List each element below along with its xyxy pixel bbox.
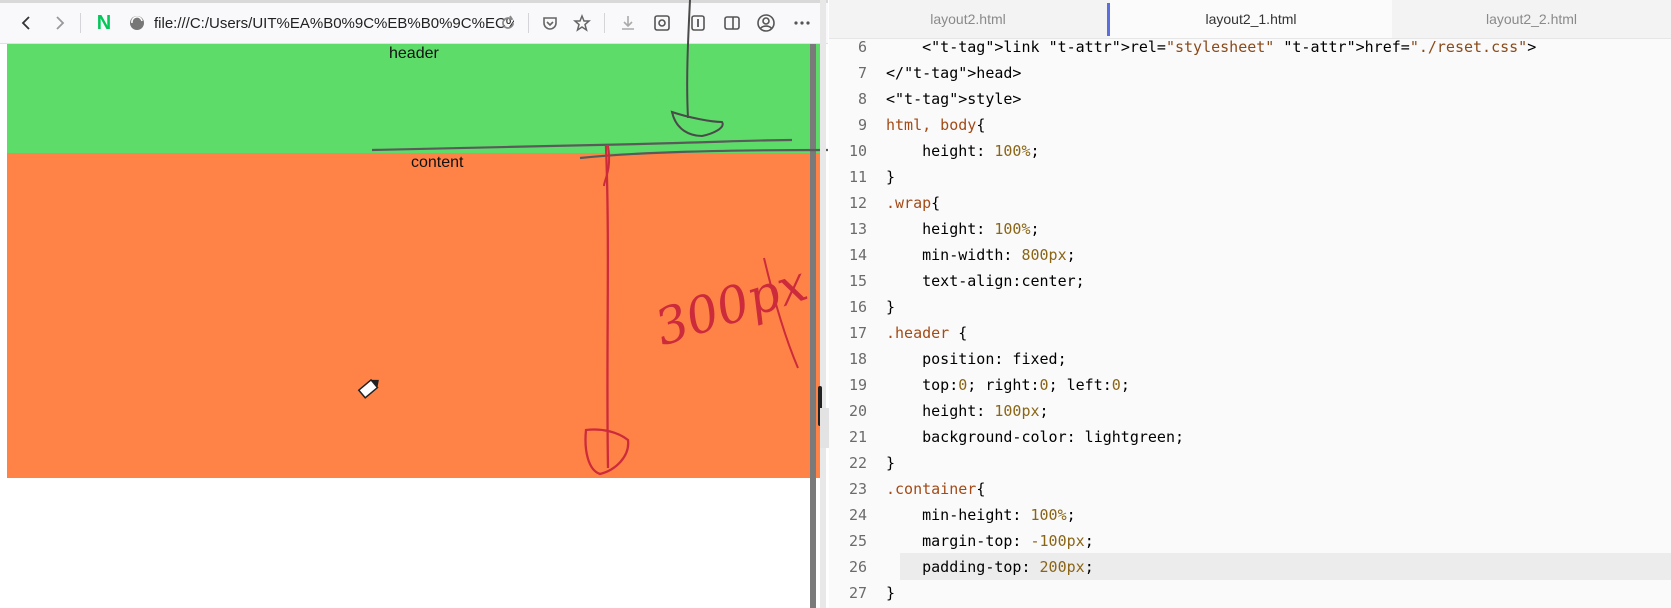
line-code[interactable]: height: 100%; — [886, 138, 1039, 164]
line-code[interactable]: padding-top: 200px; — [886, 554, 1094, 580]
browser-toolbar: N file:///C:/Users/UIT%EA%B0%9C%EB%B0%9C… — [0, 3, 828, 44]
line-number: 23 — [848, 480, 867, 498]
code-line[interactable]: 24 min-height: 100%; — [829, 502, 1671, 528]
tab-layout2-2[interactable]: layout2_2.html — [1392, 0, 1671, 38]
line-number: 14 — [848, 246, 867, 264]
line-code[interactable]: min-width: 800px; — [886, 242, 1076, 268]
screenshot-icon[interactable] — [646, 7, 678, 39]
content-label: content — [411, 154, 464, 171]
toolbar-divider — [528, 13, 529, 33]
line-number: 11 — [848, 168, 867, 186]
line-number: 21 — [848, 428, 867, 446]
line-code[interactable]: top:0; right:0; left:0; — [886, 372, 1130, 398]
url-bar[interactable]: file:///C:/Users/UIT%EA%B0%9C%EB%B0%9C%E… — [124, 7, 528, 39]
line-code[interactable]: } — [886, 580, 895, 606]
bookmark-star-icon[interactable] — [566, 7, 598, 39]
code-line[interactable]: 17 .header { — [829, 320, 1671, 346]
code-line[interactable]: 20 height: 100px; — [829, 398, 1671, 424]
account-icon[interactable] — [750, 7, 782, 39]
pocket-icon[interactable] — [534, 7, 566, 39]
split-divider[interactable] — [820, 0, 826, 608]
code-line[interactable]: 26 padding-top: 200px; — [829, 554, 1671, 580]
tab-layout2-1[interactable]: layout2_1.html — [1110, 0, 1392, 38]
line-code[interactable]: .header { — [886, 320, 967, 346]
line-number: 25 — [848, 532, 867, 550]
back-arrow-icon[interactable] — [10, 7, 42, 39]
line-code[interactable]: } — [886, 450, 895, 476]
page-header-block: header — [7, 44, 820, 153]
line-number: 16 — [848, 298, 867, 316]
line-code[interactable]: <"t-tag">style> — [886, 86, 1021, 112]
code-line[interactable]: 21 background-color: lightgreen; — [829, 424, 1671, 450]
line-number: 12 — [848, 194, 867, 212]
reload-icon[interactable] — [492, 7, 524, 39]
line-code[interactable]: } — [886, 294, 895, 320]
line-code[interactable]: height: 100%; — [886, 216, 1039, 242]
site-info-icon[interactable] — [128, 14, 146, 32]
line-code[interactable]: text-align:center; — [886, 268, 1085, 294]
page-content-block: content — [7, 153, 820, 478]
line-number: 22 — [848, 454, 867, 472]
forward-arrow-icon[interactable] — [44, 7, 76, 39]
code-line[interactable]: 15 text-align:center; — [829, 268, 1671, 294]
toolbar-divider — [80, 13, 81, 33]
line-number: 10 — [848, 142, 867, 160]
code-line[interactable]: 9 html, body{ — [829, 112, 1671, 138]
code-line[interactable]: 8 <"t-tag">style> — [829, 86, 1671, 112]
code-editor: layout2.html layout2_1.html layout2_2.ht… — [829, 0, 1671, 608]
code-line[interactable]: 18 position: fixed; — [829, 346, 1671, 372]
code-line[interactable]: 19 top:0; right:0; left:0; — [829, 372, 1671, 398]
line-code[interactable]: html, body{ — [886, 112, 985, 138]
line-code[interactable]: .wrap{ — [886, 190, 940, 216]
code-line[interactable]: 12 .wrap{ — [829, 190, 1671, 216]
line-number: 19 — [848, 376, 867, 394]
code-line[interactable]: 25 margin-top: -100px; — [829, 528, 1671, 554]
sidebar-icon[interactable] — [716, 7, 748, 39]
code-line[interactable]: 22} — [829, 450, 1671, 476]
line-number: 24 — [848, 506, 867, 524]
download-icon[interactable] — [612, 7, 644, 39]
line-code[interactable]: <"t-tag">link "t-attr">rel="stylesheet" … — [886, 34, 1536, 60]
line-number: 7 — [857, 64, 867, 82]
naver-logo[interactable]: N — [90, 9, 118, 37]
code-line[interactable]: 23 .container{ — [829, 476, 1671, 502]
line-number: 15 — [848, 272, 867, 290]
code-line[interactable]: 16} — [829, 294, 1671, 320]
code-line[interactable]: 7 </"t-tag">head> — [829, 60, 1671, 86]
line-code[interactable]: } — [886, 164, 895, 190]
page-scrollbar[interactable] — [810, 44, 816, 608]
code-line[interactable]: 13 height: 100%; — [829, 216, 1671, 242]
line-number: 26 — [848, 558, 867, 576]
reader-icon[interactable] — [682, 7, 714, 39]
line-number: 17 — [848, 324, 867, 342]
line-number: 18 — [848, 350, 867, 368]
code-line[interactable]: 6 <"t-tag">link "t-attr">rel="stylesheet… — [829, 34, 1671, 60]
code-line[interactable]: 14 min-width: 800px; — [829, 242, 1671, 268]
browser-window: N file:///C:/Users/UIT%EA%B0%9C%EB%B0%9C… — [0, 0, 828, 608]
line-number: 20 — [848, 402, 867, 420]
line-number: 8 — [857, 90, 867, 108]
toolbar-divider — [604, 13, 605, 33]
line-code[interactable]: margin-top: -100px; — [886, 528, 1094, 554]
line-code[interactable]: height: 100px; — [886, 398, 1048, 424]
line-code[interactable]: position: fixed; — [886, 346, 1067, 372]
code-line[interactable]: 11} — [829, 164, 1671, 190]
line-number: 27 — [848, 584, 867, 602]
code-line[interactable]: 27} — [829, 580, 1671, 606]
line-code[interactable]: min-height: 100%; — [886, 502, 1076, 528]
header-label: header — [389, 45, 439, 62]
line-code[interactable]: background-color: lightgreen; — [886, 424, 1184, 450]
line-number: 6 — [857, 38, 867, 56]
line-number: 9 — [857, 116, 867, 134]
page-viewport: header content — [7, 44, 820, 608]
code-line[interactable]: 10 height: 100%; — [829, 138, 1671, 164]
line-code[interactable]: .container{ — [886, 476, 985, 502]
line-code[interactable]: </"t-tag">head> — [886, 60, 1021, 86]
url-text[interactable]: file:///C:/Users/UIT%EA%B0%9C%EB%B0%9C%E… — [154, 15, 514, 32]
line-number: 13 — [848, 220, 867, 238]
tab-layout2[interactable]: layout2.html — [829, 0, 1107, 38]
menu-dots-icon[interactable] — [786, 7, 818, 39]
